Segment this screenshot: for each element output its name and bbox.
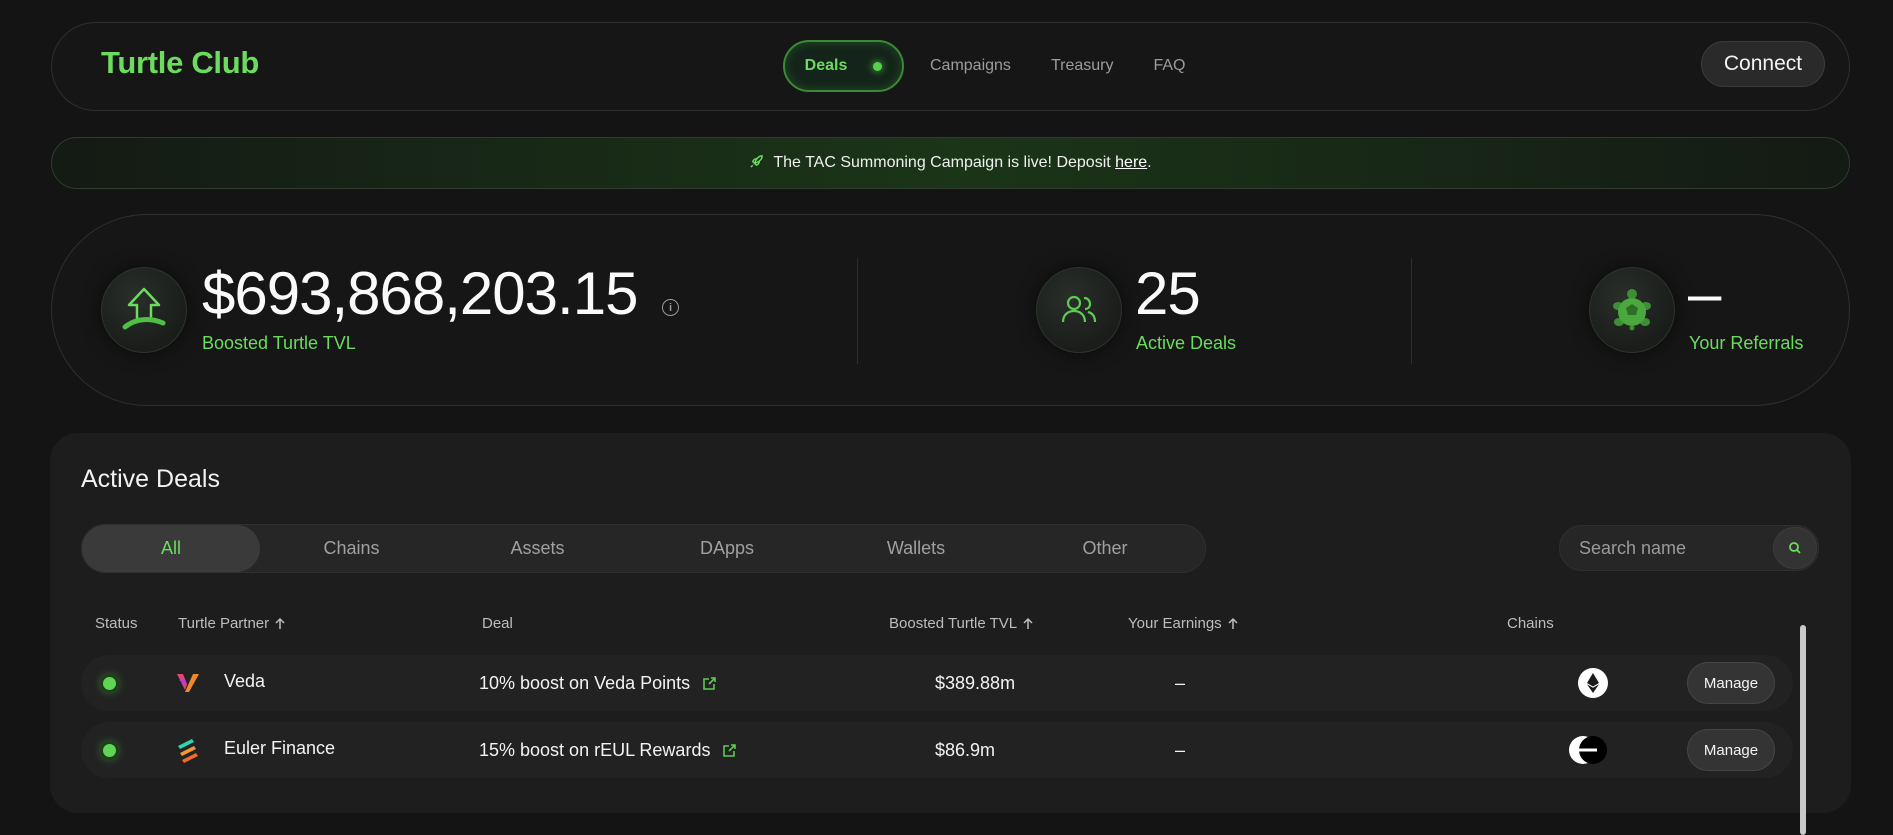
filter-tabs: All Chains Assets DApps Wallets Other <box>81 524 1206 573</box>
nav-item-deals[interactable]: Deals <box>783 40 904 92</box>
nav-item-faq[interactable]: FAQ <box>1153 57 1185 75</box>
turtle-icon <box>1589 267 1675 353</box>
partner-name: Veda <box>224 671 266 691</box>
status-active-dot <box>103 677 116 690</box>
column-header-chains: Chains <box>1507 615 1554 632</box>
banner-text: The TAC Summoning Campaign is live! Depo… <box>773 154 1111 171</box>
row-tvl: $389.88m <box>935 673 1016 693</box>
nav-item-campaigns[interactable]: Campaigns <box>930 57 1011 75</box>
tab-assets[interactable]: Assets <box>443 525 632 572</box>
referrals-label: Your Referrals <box>1689 333 1804 353</box>
row-earnings: – <box>1175 740 1186 760</box>
search-input[interactable] <box>1579 526 1769 570</box>
banner-suffix: . <box>1147 154 1152 171</box>
stats-divider <box>857 258 858 364</box>
info-icon[interactable]: i <box>662 299 679 316</box>
ethereum-icon <box>1578 668 1608 698</box>
arrow-up-icon <box>101 267 187 353</box>
section-title: Active Deals <box>81 465 220 493</box>
status-active-dot <box>103 744 116 757</box>
banner-link[interactable]: here <box>1115 154 1147 172</box>
row-earnings: – <box>1175 673 1186 693</box>
chain-icon <box>1569 736 1607 764</box>
users-icon <box>1036 267 1122 353</box>
euler-logo-icon <box>178 739 198 763</box>
stats-panel: $693,868,203.15 i Boosted Turtle TVL 25 … <box>51 214 1850 406</box>
announcement-banner: The TAC Summoning Campaign is live! Depo… <box>51 137 1850 189</box>
active-deals-panel: Active Deals All Chains Assets DApps Wal… <box>50 433 1851 835</box>
tab-dapps[interactable]: DApps <box>632 525 822 572</box>
manage-button[interactable]: Manage <box>1687 729 1775 771</box>
search-box <box>1559 525 1819 571</box>
tvl-label: Boosted Turtle TVL <box>202 333 356 353</box>
search-button[interactable] <box>1773 527 1817 569</box>
row-tvl: $86.9m <box>935 740 996 760</box>
nav-item-label: Deals <box>804 57 848 74</box>
active-deals-label: Active Deals <box>1136 333 1237 353</box>
referrals-value: – <box>1688 260 1721 327</box>
sort-arrow-icon <box>275 617 285 629</box>
external-link-icon <box>703 677 716 690</box>
tab-all[interactable]: All <box>82 525 260 572</box>
tab-chains[interactable]: Chains <box>260 525 443 572</box>
column-header-status: Status <box>95 615 138 632</box>
tab-wallets[interactable]: Wallets <box>822 525 1010 572</box>
sort-arrow-icon <box>1023 617 1033 629</box>
veda-logo-icon <box>177 674 199 692</box>
column-header-partner[interactable]: Turtle Partner <box>178 615 286 632</box>
deal-link[interactable]: 15% boost on rEUL Rewards <box>479 740 737 761</box>
column-header-tvl[interactable]: Boosted Turtle TVL <box>889 615 1034 632</box>
brand-logo[interactable]: Turtle Club <box>101 45 259 81</box>
external-link-icon <box>723 744 737 757</box>
table-row[interactable]: Euler Finance 15% boost on rEUL Rewards … <box>81 722 1793 778</box>
active-deals-value: 25 <box>1135 260 1201 327</box>
tvl-value: $693,868,203.15 <box>202 260 638 327</box>
manage-button[interactable]: Manage <box>1687 662 1775 704</box>
scrollbar-thumb[interactable] <box>1800 625 1806 835</box>
column-header-earnings[interactable]: Your Earnings <box>1128 615 1239 632</box>
rocket-icon <box>749 154 764 173</box>
sort-arrow-icon <box>1228 617 1238 629</box>
scrollbar[interactable] <box>1799 613 1807 835</box>
partner-name: Euler Finance <box>224 738 336 758</box>
active-indicator-dot <box>873 61 883 71</box>
table-row[interactable]: Veda 10% boost on Veda Points $389.88m –… <box>81 655 1793 711</box>
column-header-deal: Deal <box>482 615 513 632</box>
stats-divider <box>1411 258 1412 364</box>
nav-links: Deals Campaigns Treasury FAQ <box>783 40 1185 92</box>
top-navigation: Turtle Club Deals Campaigns Treasury FAQ… <box>51 22 1850 111</box>
connect-button[interactable]: Connect <box>1701 41 1825 87</box>
nav-item-treasury[interactable]: Treasury <box>1051 57 1114 75</box>
search-icon <box>1789 542 1801 554</box>
deal-link[interactable]: 10% boost on Veda Points <box>479 673 717 694</box>
tab-other[interactable]: Other <box>1010 525 1200 572</box>
